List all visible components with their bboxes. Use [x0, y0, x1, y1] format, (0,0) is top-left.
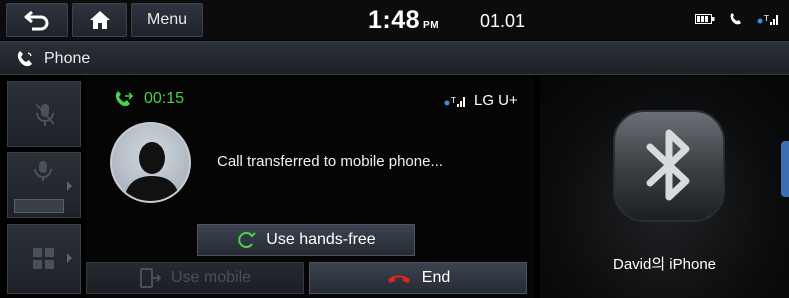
expand-arrow-icon [67, 181, 72, 191]
mic-volume-button[interactable] [7, 152, 81, 218]
date: 01.01 [480, 11, 526, 31]
battery-icon [695, 14, 715, 24]
title-bar: Phone [0, 41, 789, 75]
mobile-transfer-icon [139, 268, 161, 288]
back-button[interactable] [6, 3, 68, 37]
use-mobile-button[interactable]: Use mobile [86, 262, 304, 294]
device-name: David의 iPhone [612, 256, 717, 273]
hands-free-icon [238, 232, 257, 248]
mute-mic-button[interactable] [7, 81, 81, 147]
status-bar: Menu 1:48 PM 01.01 T [0, 0, 789, 40]
home-button[interactable] [72, 3, 127, 37]
call-duration: 00:15 [144, 90, 185, 107]
clock-ampm: PM [423, 20, 440, 31]
signal-icon: T [757, 14, 778, 25]
use-hands-free-button[interactable]: Use hands-free [197, 224, 415, 256]
call-timer: 00:15 [114, 90, 184, 108]
signal-icon: T [444, 96, 465, 107]
menu-label: Menu [146, 11, 188, 28]
end-call-button[interactable]: End [309, 262, 527, 294]
home-icon [89, 11, 110, 29]
bluetooth-icon [613, 110, 725, 222]
call-active-icon [730, 13, 741, 25]
phone-icon [17, 51, 32, 67]
call-active-icon [115, 91, 134, 107]
back-icon [24, 10, 49, 31]
end-call-label: End [421, 269, 451, 286]
expand-arrow-icon [67, 253, 72, 263]
clock-time: 1:48 [368, 6, 421, 34]
menu-button[interactable]: Menu [131, 3, 203, 37]
clock: 1:48 PM [368, 6, 439, 35]
svg-text:T: T [763, 14, 769, 23]
call-status-message: Call transferred to mobile phone... [217, 153, 443, 170]
svg-text:T: T [450, 96, 456, 105]
contact-avatar [110, 122, 191, 203]
status-icons: T [695, 12, 779, 26]
end-call-icon [387, 275, 410, 283]
volume-slot [14, 199, 64, 213]
mic-volume-icon [34, 161, 52, 181]
use-mobile-label: Use mobile [170, 269, 252, 286]
carrier-info: T LG U+ [444, 92, 518, 109]
mic-off-icon [35, 103, 55, 126]
keypad-button[interactable] [7, 224, 81, 294]
carrier-name: LG U+ [474, 92, 518, 109]
hands-free-label: Use hands-free [266, 231, 376, 248]
keypad-icon [33, 248, 54, 269]
page-title: Phone [44, 50, 91, 67]
side-panel-tab[interactable] [781, 141, 789, 197]
